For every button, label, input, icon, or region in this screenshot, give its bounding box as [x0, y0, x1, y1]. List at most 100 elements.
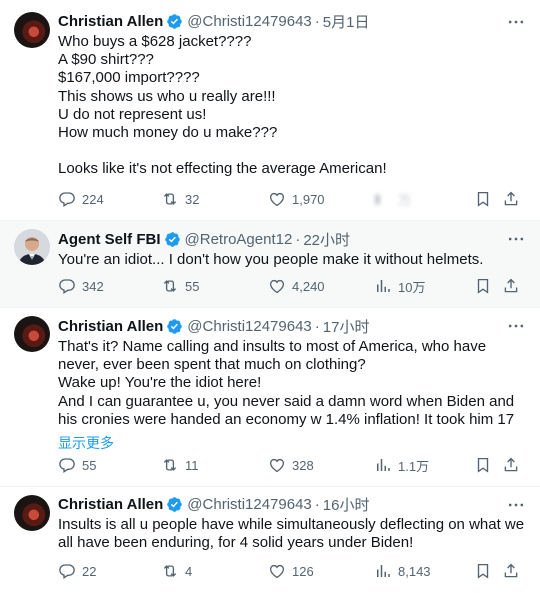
share-icon[interactable] — [502, 562, 520, 580]
reply-icon — [59, 192, 75, 208]
tweet-text: Who buys a $628 jacket???? A $90 shirt??… — [58, 33, 387, 178]
tweet-4[interactable]: Christian Allen @Christi12479643 · 16小时 … — [0, 487, 540, 593]
show-more-link[interactable]: 显示更多 — [58, 433, 528, 453]
tweet-2[interactable]: Agent Self FBI @RetroAgent12 · 22小时 You'… — [0, 221, 540, 307]
reply-count: 55 — [82, 457, 97, 473]
retweet-button[interactable]: 32 — [161, 190, 199, 208]
bookmark-icon[interactable] — [474, 190, 492, 208]
views-button[interactable]: 1.1万 — [374, 456, 429, 475]
separator-dot: · — [295, 230, 301, 248]
more-icon[interactable] — [506, 12, 526, 32]
retweet-icon — [163, 565, 177, 577]
tweet-actions: 22 4 126 8,143 — [58, 561, 528, 581]
author-handle[interactable]: @Christi12479643 — [187, 496, 311, 513]
tweet-actions: 55 11 328 1.1万 — [58, 455, 528, 475]
views-icon — [377, 565, 390, 577]
share-icon[interactable] — [502, 456, 520, 474]
verified-badge-icon — [167, 13, 183, 29]
tweet-3[interactable]: Christian Allen @Christi12479643 · 17小时 … — [0, 308, 540, 486]
reply-button[interactable]: 224 — [58, 190, 104, 208]
retweet-count: 55 — [185, 278, 200, 294]
bookmark-icon[interactable] — [474, 456, 492, 474]
tweet-text: Insults is all u people have while simul… — [58, 516, 529, 552]
retweet-count: 11 — [185, 457, 199, 473]
verified-badge-icon — [167, 496, 183, 512]
reply-button[interactable]: 342 — [58, 277, 104, 295]
reply-count: 224 — [82, 191, 104, 207]
views-count: 1.1万 — [398, 458, 430, 474]
like-icon — [269, 564, 285, 579]
author-name[interactable]: Christian Allen — [58, 318, 163, 335]
views-icon — [377, 280, 390, 292]
tweet-header: Christian Allen @Christi12479643 · 16小时 — [58, 493, 528, 515]
reply-button[interactable]: 55 — [58, 456, 96, 474]
like-icon — [269, 192, 285, 207]
verified-badge-icon — [164, 231, 180, 247]
reply-count: 342 — [82, 278, 104, 294]
retweet-icon — [163, 193, 177, 205]
author-name[interactable]: Christian Allen — [58, 496, 163, 513]
verified-badge-icon — [167, 318, 183, 334]
author-name[interactable]: Agent Self FBI — [58, 231, 161, 248]
views-icon: ▮ — [374, 191, 382, 206]
tweet-time[interactable]: 5月1日 — [323, 11, 370, 32]
views-button[interactable]: ▮ 万 — [374, 190, 411, 209]
views-button[interactable]: 8,143 — [374, 562, 431, 580]
reply-icon — [59, 458, 75, 474]
tweet-header: Christian Allen @Christi12479643 · 5月1日 — [58, 10, 528, 32]
reply-icon — [59, 564, 75, 580]
retweet-button[interactable]: 55 — [161, 277, 199, 295]
separator-dot: · — [314, 12, 320, 30]
tweet-header: Christian Allen @Christi12479643 · 17小时 — [58, 315, 528, 337]
author-handle[interactable]: @Christi12479643 — [187, 318, 311, 335]
tweet-actions: 224 32 1,970 ▮ 万 — [58, 189, 528, 209]
avatar[interactable] — [14, 316, 50, 352]
bookmark-icon[interactable] — [474, 562, 492, 580]
author-handle[interactable]: @RetroAgent12 — [185, 231, 293, 248]
bookmark-icon[interactable] — [474, 277, 492, 295]
share-icon[interactable] — [502, 190, 520, 208]
retweet-icon — [163, 459, 177, 471]
like-icon — [269, 458, 285, 473]
more-icon[interactable] — [506, 229, 526, 249]
tweet-time[interactable]: 22小时 — [303, 229, 350, 250]
like-button[interactable]: 328 — [268, 456, 314, 474]
retweet-icon — [163, 280, 177, 292]
like-button[interactable]: 1,970 — [268, 190, 325, 208]
avatar-image — [14, 229, 50, 265]
tweet-text: That's it? Name calling and insults to m… — [58, 338, 515, 428]
like-count: 126 — [292, 563, 314, 579]
like-icon — [269, 279, 285, 294]
like-button[interactable]: 4,240 — [268, 277, 325, 295]
avatar[interactable] — [14, 495, 50, 531]
views-icon — [377, 459, 390, 471]
avatar[interactable] — [14, 229, 50, 265]
like-count: 4,240 — [292, 278, 325, 294]
more-icon[interactable] — [506, 495, 526, 515]
tweet-time[interactable]: 16小时 — [323, 494, 370, 515]
retweet-button[interactable]: 4 — [161, 562, 192, 580]
retweet-count: 32 — [185, 191, 200, 207]
reply-button[interactable]: 22 — [58, 562, 96, 580]
like-button[interactable]: 126 — [268, 562, 314, 580]
more-icon[interactable] — [506, 316, 526, 336]
avatar[interactable] — [14, 12, 50, 48]
views-button[interactable]: 10万 — [374, 277, 425, 296]
tweet-time[interactable]: 17小时 — [323, 316, 370, 337]
separator-dot: · — [314, 317, 320, 335]
like-count: 328 — [292, 457, 314, 473]
retweet-button[interactable]: 11 — [161, 456, 199, 474]
author-handle[interactable]: @Christi12479643 — [187, 13, 311, 30]
tweet-actions: 342 55 4,240 10万 — [58, 276, 528, 296]
views-count: 10万 — [398, 279, 426, 295]
tweet-1[interactable]: Christian Allen @Christi12479643 · 5月1日 … — [0, 0, 540, 220]
share-icon[interactable] — [502, 277, 520, 295]
reply-icon — [59, 279, 75, 295]
reply-count: 22 — [82, 563, 97, 579]
views-count: 8,143 — [398, 563, 431, 579]
tweet-header: Agent Self FBI @RetroAgent12 · 22小时 — [58, 228, 528, 250]
retweet-count: 4 — [185, 563, 193, 579]
author-name[interactable]: Christian Allen — [58, 13, 163, 30]
tweet-text: You're an idiot... I don't how you peopl… — [58, 251, 484, 268]
views-count: 万 — [398, 192, 412, 208]
